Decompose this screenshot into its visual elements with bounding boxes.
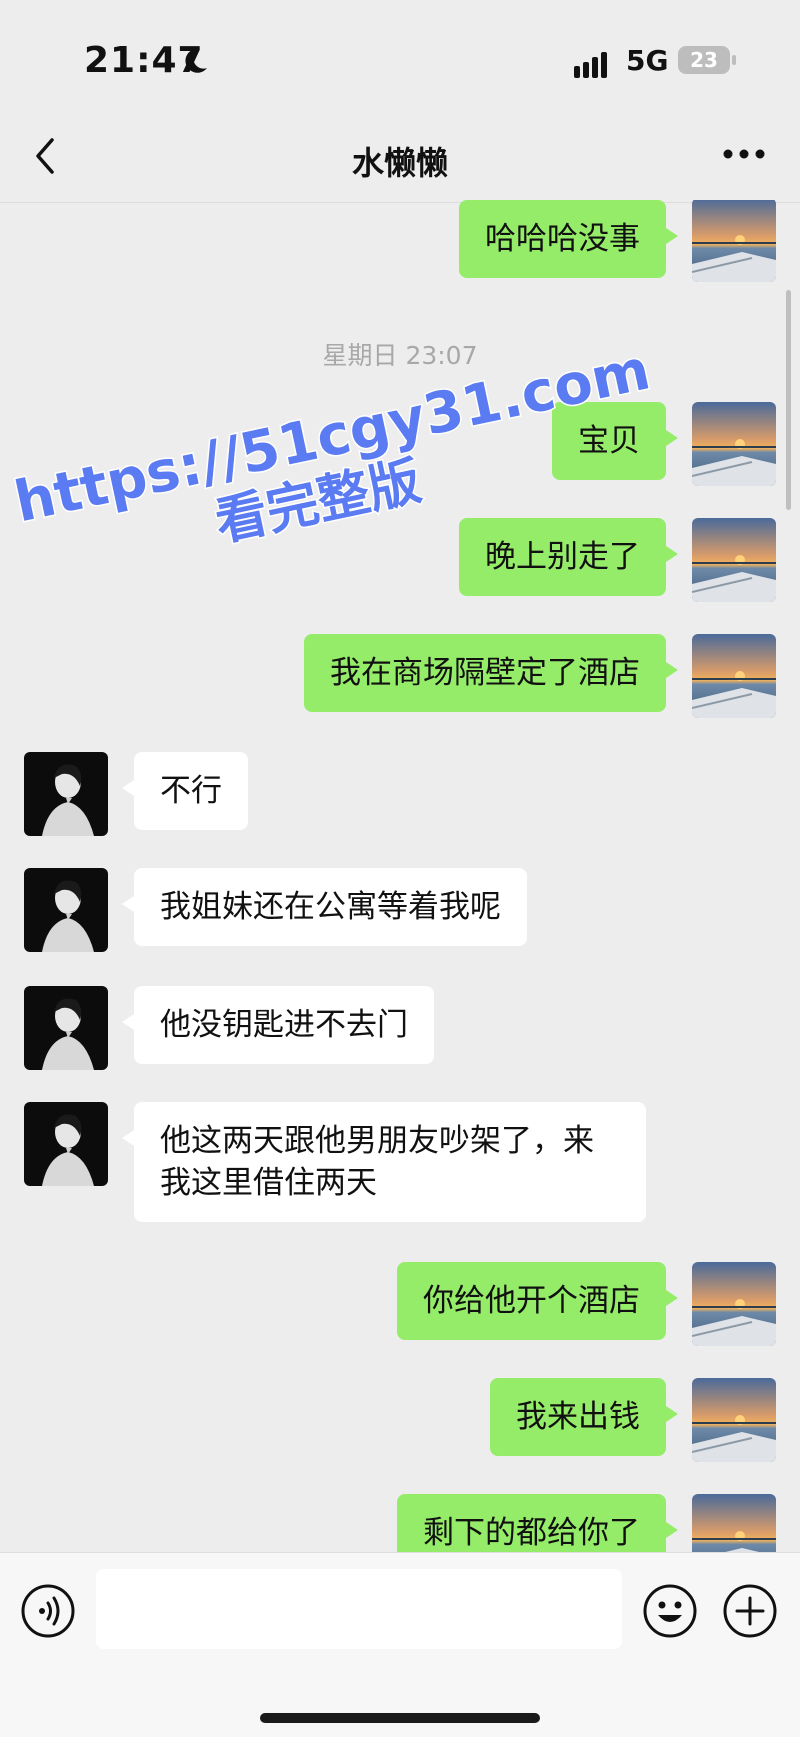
message-bubble-sent[interactable]: 哈哈哈没事 [459,200,678,278]
my-avatar[interactable] [692,1262,776,1346]
message-bubble-sent[interactable]: 我来出钱 [490,1378,678,1456]
message-bubble-sent[interactable]: 宝贝 [552,402,678,480]
signal-icon [574,52,612,78]
message-bubble-received[interactable]: 他没钥匙进不去门 [122,986,434,1064]
message-bubble-sent[interactable]: 晚上别走了 [459,518,678,596]
message-bubble-sent[interactable]: 我在商场隔壁定了酒店 [304,634,678,712]
moon-icon [185,48,207,73]
my-avatar[interactable] [692,518,776,602]
voice-icon[interactable] [20,1583,76,1639]
home-indicator [260,1713,540,1723]
message-bubble-received[interactable]: 他这两天跟他男朋友吵架了，来 我这里借住两天 [122,1102,646,1222]
chat-header: 水懒懒 [0,110,800,203]
my-avatar[interactable] [692,402,776,486]
contact-avatar[interactable] [24,1102,108,1186]
message-bubble-received[interactable]: 不行 [122,752,248,830]
my-avatar[interactable] [692,1378,776,1462]
chat-title: 水懒懒 [351,144,448,182]
message-bubble-sent[interactable]: 剩下的都给你了 [397,1494,678,1552]
contact-avatar[interactable] [24,986,108,1070]
status-bar: 21:47 5G 23 [0,0,800,110]
message-bubble-sent[interactable]: 你给他开个酒店 [397,1262,678,1340]
message-list[interactable]: 星期日 23:07 哈哈哈没事 宝贝 晚上别走了 我在商场隔壁定了酒店 不行 我… [0,200,800,1552]
chat-timestamp: 星期日 23:07 [322,341,478,370]
plus-icon[interactable] [722,1583,778,1639]
battery-level: 23 [690,48,718,72]
message-input[interactable] [96,1569,622,1649]
input-bar [0,1552,800,1737]
battery-tip [732,55,736,65]
my-avatar[interactable] [692,634,776,718]
more-icon[interactable] [722,148,766,160]
contact-avatar[interactable] [24,868,108,952]
my-avatar[interactable] [692,200,776,282]
my-avatar[interactable] [692,1494,776,1552]
contact-avatar[interactable] [24,752,108,836]
message-bubble-received[interactable]: 我姐妹还在公寓等着我呢 [122,868,527,946]
battery-icon: 23 [678,46,730,74]
emoji-icon[interactable] [642,1583,698,1639]
scrollbar-thumb[interactable] [786,290,791,510]
network-label: 5G [626,44,669,77]
